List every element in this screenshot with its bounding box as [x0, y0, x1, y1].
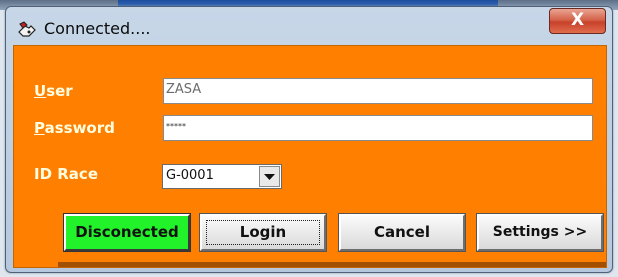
title-bar[interactable]: Connected.... X — [6, 7, 612, 45]
user-label-rest: ser — [46, 82, 73, 100]
id-race-label: ID Race — [34, 165, 98, 183]
settings-button[interactable]: Settings >> — [477, 214, 603, 251]
chevron-down-icon — [264, 174, 275, 180]
key-hand-icon — [17, 20, 36, 38]
user-label-accelerator: U — [34, 82, 47, 100]
focus-rectangle — [206, 220, 320, 245]
id-race-value: G-0001 — [166, 168, 214, 183]
password-label-accelerator: P — [34, 119, 45, 137]
bottom-divider — [58, 262, 606, 267]
login-button[interactable]: Login — [200, 214, 326, 251]
id-race-dropdown-button[interactable] — [259, 166, 280, 187]
close-button[interactable]: X — [549, 8, 606, 34]
login-dialog: Connected.... X User ZASA Password *****… — [5, 6, 613, 273]
id-race-select[interactable]: G-0001 — [162, 164, 282, 189]
window-title: Connected.... — [44, 19, 151, 38]
password-field[interactable]: ***** — [163, 115, 593, 141]
user-label: User — [34, 82, 73, 100]
password-label: Password — [34, 119, 115, 137]
password-label-rest: assword — [44, 119, 115, 137]
login-panel: User ZASA Password ***** ID Race G-0001 … — [13, 45, 607, 268]
cancel-button[interactable]: Cancel — [339, 214, 465, 251]
disconnect-button[interactable]: Disconected — [64, 214, 190, 251]
user-field[interactable]: ZASA — [163, 78, 593, 104]
